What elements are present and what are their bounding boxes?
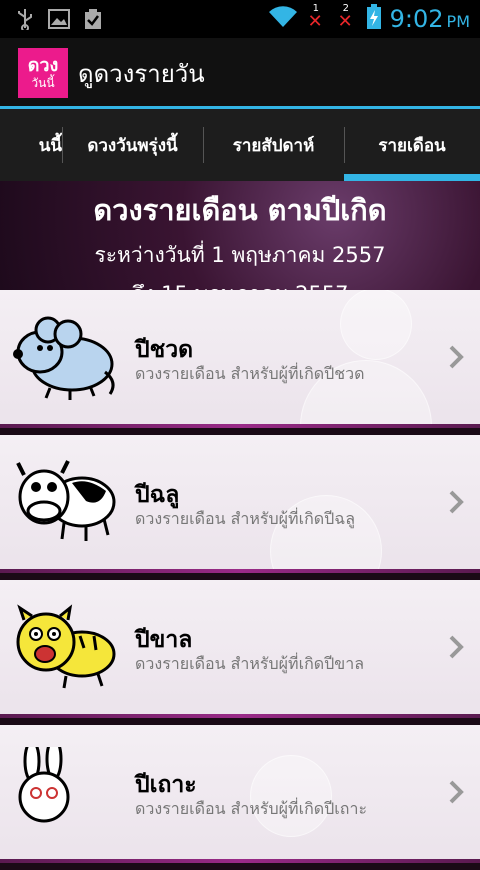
clock-time: 9:02 — [389, 5, 444, 33]
clock-ampm: PM — [446, 12, 470, 31]
header-banner: ดวงรายเดือน ตามปีเกิด ระหว่างวันที่ 1 พฤ… — [0, 181, 480, 306]
list-item-rat[interactable]: ปีชวด ดวงรายเดือน สำหรับผู้ที่เกิดปีชวด — [0, 290, 480, 428]
sim-x-icon: 1 ✕ — [307, 3, 323, 32]
wifi-icon — [268, 6, 298, 32]
tab-tomorrow[interactable]: ดวงวันพรุ่งนี้ — [62, 109, 203, 181]
clock: 9:02 PM — [390, 5, 470, 33]
list-item-ox[interactable]: ปีฉลู ดวงรายเดือน สำหรับผู้ที่เกิดปีฉลู — [0, 435, 480, 573]
app-logo-line1: ดวง — [27, 55, 59, 76]
action-bar: ดวง วันนี้ ดูดวงรายวัน — [0, 38, 480, 108]
app-logo-line2: วันนี้ — [31, 76, 55, 90]
tab-weekly[interactable]: รายสัปดาห์ — [203, 109, 344, 181]
battery-charging-icon — [366, 4, 382, 34]
tab-monthly-label: รายเดือน — [378, 135, 446, 156]
chevron-right-icon — [446, 779, 466, 805]
clipboard-check-icon — [82, 8, 104, 30]
ox-icon — [10, 457, 120, 552]
tiger-icon — [10, 602, 120, 697]
tab-weekly-label: รายสัปดาห์ — [232, 135, 315, 156]
item-desc: ดวงรายเดือน สำหรับผู้ที่เกิดปีชวด — [135, 364, 365, 383]
rat-icon — [10, 312, 120, 407]
page-title: ดวงรายเดือน ตามปีเกิด — [93, 193, 387, 227]
app-logo[interactable]: ดวง วันนี้ — [18, 48, 68, 98]
chevron-right-icon — [446, 344, 466, 370]
chevron-right-icon — [446, 634, 466, 660]
app-title: ดูดวงรายวัน — [78, 59, 205, 88]
zodiac-list: ปีชวด ดวงรายเดือน สำหรับผู้ที่เกิดปีชวด … — [0, 290, 480, 870]
date-range-start: ระหว่างวันที่ 1 พฤษภาคม 2557 — [94, 243, 386, 267]
list-item-tiger[interactable]: ปีขาล ดวงรายเดือน สำหรับผู้ที่เกิดปีขาล — [0, 580, 480, 718]
tab-monthly[interactable]: รายเดือน — [344, 109, 480, 181]
list-item-rabbit[interactable]: ปีเถาะ ดวงรายเดือน สำหรับผู้ที่เกิดปีเถา… — [0, 725, 480, 863]
tab-bar: นนี้ ดวงวันพรุ่งนี้ รายสัปดาห์ รายเดือน — [0, 109, 480, 181]
tab-today-label: นนี้ — [38, 135, 62, 156]
chevron-right-icon — [446, 489, 466, 515]
item-desc: ดวงรายเดือน สำหรับผู้ที่เกิดปีเถาะ — [135, 799, 368, 818]
item-desc: ดวงรายเดือน สำหรับผู้ที่เกิดปีฉลู — [135, 509, 356, 528]
sim-x-icon: 2 ✕ — [337, 3, 353, 32]
status-bar: 1 ✕ 2 ✕ 9:02 PM — [0, 0, 480, 38]
tab-today[interactable]: นนี้ — [0, 109, 62, 181]
tab-tomorrow-label: ดวงวันพรุ่งนี้ — [87, 135, 178, 156]
rabbit-icon — [10, 737, 120, 842]
image-icon — [48, 8, 70, 30]
item-desc: ดวงรายเดือน สำหรับผู้ที่เกิดปีขาล — [135, 654, 365, 673]
usb-icon — [14, 8, 36, 30]
